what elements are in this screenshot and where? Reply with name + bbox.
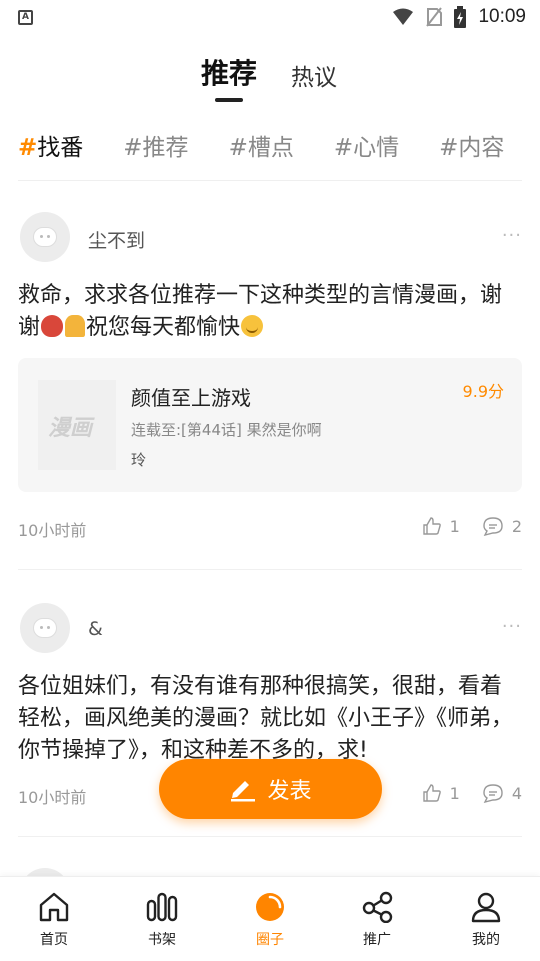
post-text[interactable]: 各位姐妹们，有没有谁有那种很搞笑，很甜，看着轻松，画风绝美的漫画？就比如《小王子… [18,671,522,767]
home-icon [39,892,69,922]
username[interactable]: & [88,618,103,640]
comic-update-status: 连载至:[第44话] 果然是你啊 [131,421,322,439]
post-time: 10小时前 [18,521,87,540]
avatar-placeholder-icon [33,227,57,247]
tag-mood[interactable]: #心情 [334,128,399,162]
like-button[interactable]: 1 [422,783,460,803]
post-time: 10小时前 [18,788,87,807]
comic-title: 颜值至上游戏 [131,386,251,410]
edit-pen-icon [231,781,256,802]
comment-count: 4 [511,783,522,803]
publish-label: 发表 [267,779,312,804]
status-icons: 10:09 [392,6,526,28]
nav-bookshelf[interactable]: 书架 [122,891,202,949]
like-count: 1 [449,516,460,536]
notification-icon: A [18,10,33,25]
bookshelf-icon [146,892,178,922]
tag-find-anime[interactable]: #找番 [18,128,83,162]
avatar[interactable] [20,603,70,653]
comic-author: 玲 [131,451,147,469]
profile-icon [471,892,501,923]
tag-complaints[interactable]: #槽点 [229,128,294,162]
nav-label: 书架 [148,932,176,948]
comic-score: 9.9分 [462,382,504,401]
divider [18,836,522,837]
status-bar: A 10:09 [0,0,540,38]
cover-watermark: 漫画 [48,416,93,441]
tab-hot-discussion[interactable]: 热议 [291,58,337,92]
username[interactable]: 尘不到 [88,226,145,253]
comment-button[interactable]: 4 [482,783,522,803]
rose-emoji-icon [41,315,64,337]
avatar[interactable] [20,212,70,262]
battery-icon [454,6,467,28]
publish-button[interactable]: 发表 [159,759,382,819]
tag-content[interactable]: #内容 [439,128,504,162]
active-tab-indicator [215,98,243,102]
divider [18,569,522,570]
nav-circle[interactable]: 圈子 [230,891,310,949]
clock: 10:09 [478,6,526,27]
nav-profile[interactable]: 我的 [446,891,526,949]
wifi-icon [393,8,414,25]
thumbs-up-icon [422,517,441,535]
more-options-icon[interactable]: ··· [502,616,522,637]
thumbs-up-icon [422,784,441,802]
like-count: 1 [449,783,460,803]
like-button[interactable]: 1 [422,516,460,536]
nav-label: 首页 [40,932,68,948]
nav-promote[interactable]: 推广 [337,891,417,949]
avatar-placeholder-icon [33,618,57,638]
post-text[interactable]: 救命，求求各位推荐一下这种类型的言情漫画，谢谢 祝您每天都愉快 [18,280,522,344]
nav-label: 我的 [472,932,500,948]
tab-recommend[interactable]: 推荐 [201,52,257,92]
post-text-part: 祝您每天都愉快 [86,315,241,340]
nav-home[interactable]: 首页 [14,891,94,949]
post-stats: 1 2 [400,516,522,536]
top-tabs: 推荐 热议 [0,48,540,108]
hash-mark: # [18,135,38,161]
comic-cover: 漫画 [38,380,116,470]
smile-emoji-icon [241,315,264,337]
comic-card[interactable]: 漫画 颜值至上游戏 9.9分 连载至:[第44话] 果然是你啊 玲 [18,358,522,492]
post-stats: 1 4 [400,783,522,803]
tag-label: 找番 [37,135,84,161]
topic-tag-row: #找番 #推荐 #槽点 #心情 #内容 [18,128,528,162]
nav-label: 推广 [363,932,391,948]
divider [18,180,522,181]
bottom-nav: 首页 书架 圈子 推广 我的 [0,876,540,961]
comment-count: 2 [511,516,522,536]
comment-icon [483,784,503,803]
nav-label: 圈子 [256,932,284,948]
share-icon [362,891,393,923]
comment-button[interactable]: 2 [482,516,522,536]
no-sim-icon [426,7,443,27]
tag-recommend[interactable]: #推荐 [123,128,188,162]
more-options-icon[interactable]: ··· [502,225,522,246]
comment-icon [483,517,503,536]
pray-emoji-icon [65,315,86,337]
circle-icon [256,893,284,921]
